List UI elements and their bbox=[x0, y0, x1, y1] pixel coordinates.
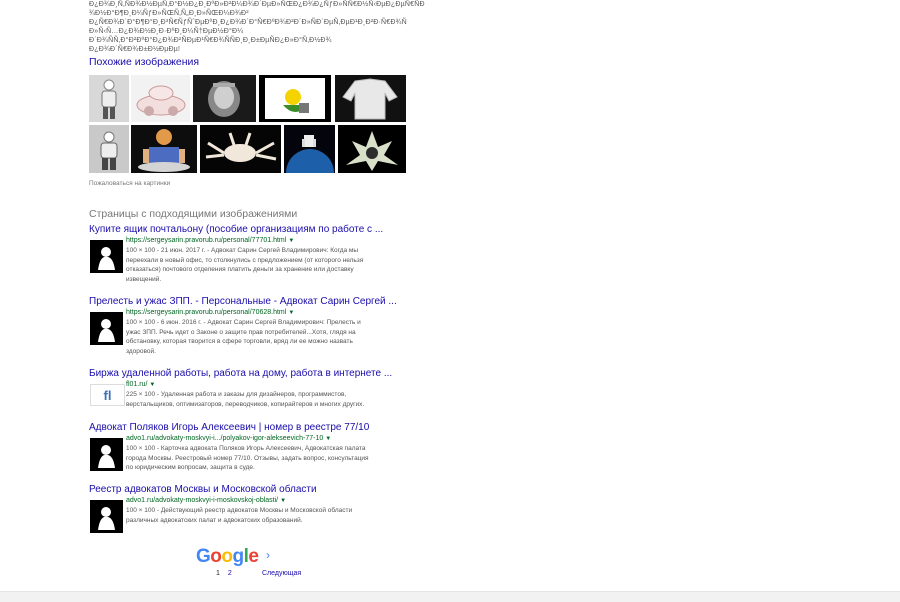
result-snippet: извещений. bbox=[126, 275, 162, 283]
similar-images-title[interactable]: Похожие изображения bbox=[89, 56, 199, 68]
similar-image-thumb[interactable] bbox=[284, 125, 335, 173]
footer-bar bbox=[0, 591, 900, 602]
result-snippet: по юридическим вопросам, защита в суде. bbox=[126, 464, 255, 471]
similar-image-thumb[interactable] bbox=[89, 75, 129, 122]
svg-text:fl: fl bbox=[104, 388, 112, 403]
result-item: Купите ящик почтальону (пособие организа… bbox=[89, 223, 419, 296]
result-thumbnail[interactable] bbox=[90, 500, 123, 533]
result-item: Прелесть и ужас ЗПП. - Персональные - Ад… bbox=[89, 295, 419, 368]
page-2-link[interactable]: 2 bbox=[228, 570, 232, 577]
next-arrow-icon[interactable]: › bbox=[266, 548, 270, 562]
chevron-down-icon[interactable]: ▼ bbox=[149, 381, 155, 390]
similar-image-thumb[interactable] bbox=[89, 125, 129, 173]
chevron-down-icon[interactable]: ▼ bbox=[288, 309, 294, 318]
result-snippet: обстановку, которая творится в сфере тор… bbox=[126, 338, 353, 345]
pagination: Google › 1 2 Следующая bbox=[196, 546, 326, 586]
similar-image-thumb[interactable] bbox=[338, 125, 406, 173]
result-snippet: отказаться) почтового отделения платить … bbox=[126, 266, 354, 273]
pages-section-title: Страницы с подходящими изображениями bbox=[89, 208, 298, 220]
result-url[interactable]: fl01.ru/ bbox=[126, 381, 147, 388]
next-page-link[interactable]: Следующая bbox=[262, 570, 301, 577]
result-title-link[interactable]: Прелесть и ужас ЗПП. - Персональные - Ад… bbox=[89, 295, 419, 308]
complain-link[interactable]: Пожаловаться на картинки bbox=[89, 180, 170, 187]
chevron-down-icon[interactable]: ▼ bbox=[288, 237, 294, 246]
result-snippet: различных адвокатских палат и адвокатски… bbox=[126, 516, 303, 524]
result-meta: 100 × 100 - 21 июн. 2017 г. - Адвокат Са… bbox=[126, 247, 359, 254]
similar-image-thumb[interactable] bbox=[335, 75, 406, 122]
result-url[interactable]: https://sergeysarin.pravorub.ru/personal… bbox=[126, 309, 286, 316]
result-meta: 100 × 100 - 6 июн. 2016 г. - Адвокат Сар… bbox=[126, 319, 361, 326]
similar-image-thumb[interactable] bbox=[259, 75, 331, 122]
result-title-link[interactable]: Биржа удаленной работы, работа на дому, … bbox=[89, 367, 419, 380]
result-url[interactable]: https://sergeysarin.pravorub.ru/personal… bbox=[126, 237, 286, 244]
similar-image-thumb[interactable] bbox=[131, 125, 197, 173]
result-title-link[interactable]: Реестр адвокатов Москвы и Московской обл… bbox=[89, 483, 419, 496]
result-thumbnail[interactable] bbox=[90, 438, 123, 471]
result-title-link[interactable]: Купите ящик почтальону (пособие организа… bbox=[89, 223, 419, 236]
similar-image-thumb[interactable] bbox=[200, 125, 281, 173]
chevron-down-icon[interactable]: ▼ bbox=[280, 497, 286, 506]
chevron-down-icon[interactable]: ▼ bbox=[325, 435, 331, 444]
result-meta: 100 × 100 - Действующий реестр адвокатов… bbox=[126, 507, 353, 514]
page-1: 1 bbox=[216, 570, 220, 577]
result-snippet: города Москвы. Реестровый номер 77/10. О… bbox=[126, 454, 369, 462]
google-logo: Google bbox=[196, 546, 259, 567]
result-meta: 100 × 100 - Карточка адвоката Поляков Иг… bbox=[126, 445, 366, 452]
similar-image-thumb[interactable] bbox=[131, 75, 190, 122]
result-thumbnail[interactable] bbox=[90, 240, 123, 273]
result-snippet: верстальщиков, оптимизаторов, переводчик… bbox=[126, 400, 365, 408]
similar-image-thumb[interactable] bbox=[193, 75, 256, 122]
result-thumbnail[interactable]: fl bbox=[90, 384, 125, 406]
result-url[interactable]: advo1.ru/advokaty-moskvyi-i.../polyakov-… bbox=[126, 435, 323, 442]
result-snippet: переехали в новый офис, то столкнулись с… bbox=[126, 256, 364, 264]
result-title-link[interactable]: Адвокат Поляков Игорь Алексеевич | номер… bbox=[89, 421, 419, 434]
result-snippet: здоровой. bbox=[126, 347, 156, 355]
result-meta: 225 × 100 - Удаленная работа и заказы дл… bbox=[126, 391, 347, 398]
result-snippet: ужас ЗПП. Речь идет о Законе о защите пр… bbox=[126, 328, 356, 336]
garbled-snippet: Ð¿Ð¾Ð¸Ñ‚ÑÐ¾Ð½ÐµÑ‚Ð°Ð½Ð¿Ð¸ÐºÐ»Ð²Ð¼Ð¾Ð´ÐµÐ… bbox=[89, 1, 425, 53]
result-url[interactable]: advo1.ru/advokaty-moskvyi-i-moskovskoj-o… bbox=[126, 497, 278, 504]
result-thumbnail[interactable] bbox=[90, 312, 123, 345]
